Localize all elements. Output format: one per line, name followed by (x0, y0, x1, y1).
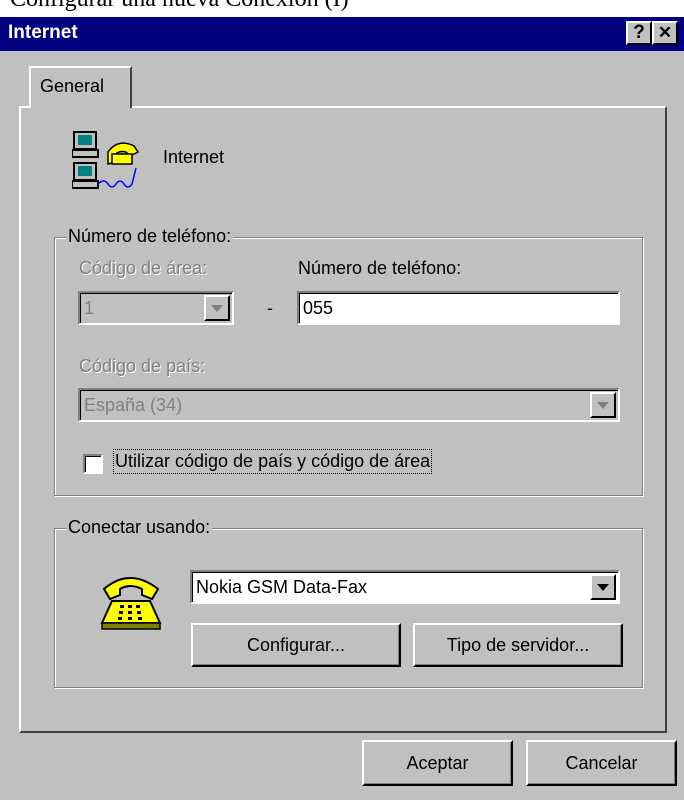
use-codes-label[interactable]: Utilizar código de país y código de área (112, 449, 433, 474)
title-bar[interactable]: Internet ? ✕ (0, 17, 684, 51)
chevron-down-icon (597, 583, 609, 591)
area-code-value: 1 (84, 298, 95, 318)
phone-group-legend: Número de teléfono: (66, 226, 234, 247)
close-button[interactable]: ✕ (652, 21, 678, 45)
telephone-icon (98, 567, 164, 633)
chevron-down-icon (211, 304, 223, 312)
ok-button[interactable]: Aceptar (362, 740, 513, 786)
configure-button[interactable]: Configurar... (191, 623, 401, 667)
tab-general-label: General (40, 76, 105, 96)
area-code-select: 1 (78, 291, 234, 325)
window-title: Internet (8, 22, 78, 43)
connection-name: Internet (163, 147, 225, 167)
use-codes-checkbox[interactable] (83, 454, 103, 474)
modem-value: Nokia GSM Data-Fax (196, 577, 368, 597)
separator-dash: - (267, 298, 273, 318)
cancel-button[interactable]: Cancelar (526, 740, 677, 786)
tab-general[interactable]: General (29, 66, 132, 108)
chevron-down-icon (597, 401, 609, 409)
area-code-label: Código de área: (79, 258, 208, 278)
dialup-network-icon (71, 130, 144, 192)
background-caption: Configurar una nueva Conexión (I) (10, 0, 349, 13)
country-dropdown-button (590, 392, 616, 418)
modem-dropdown-button[interactable] (590, 574, 616, 600)
country-code-value: España (34) (84, 395, 183, 415)
phone-number-label: Número de teléfono: (298, 258, 462, 278)
country-code-select: España (34) (78, 388, 620, 422)
connect-group-legend: Conectar usando: (66, 517, 213, 538)
help-button[interactable]: ? (626, 21, 652, 45)
server-type-button[interactable]: Tipo de servidor... (413, 623, 623, 667)
area-code-dropdown-button (204, 295, 230, 321)
country-code-label: Código de país: (79, 356, 206, 376)
modem-select[interactable]: Nokia GSM Data-Fax (190, 570, 620, 604)
phone-number-input[interactable]: 055 (297, 291, 620, 325)
